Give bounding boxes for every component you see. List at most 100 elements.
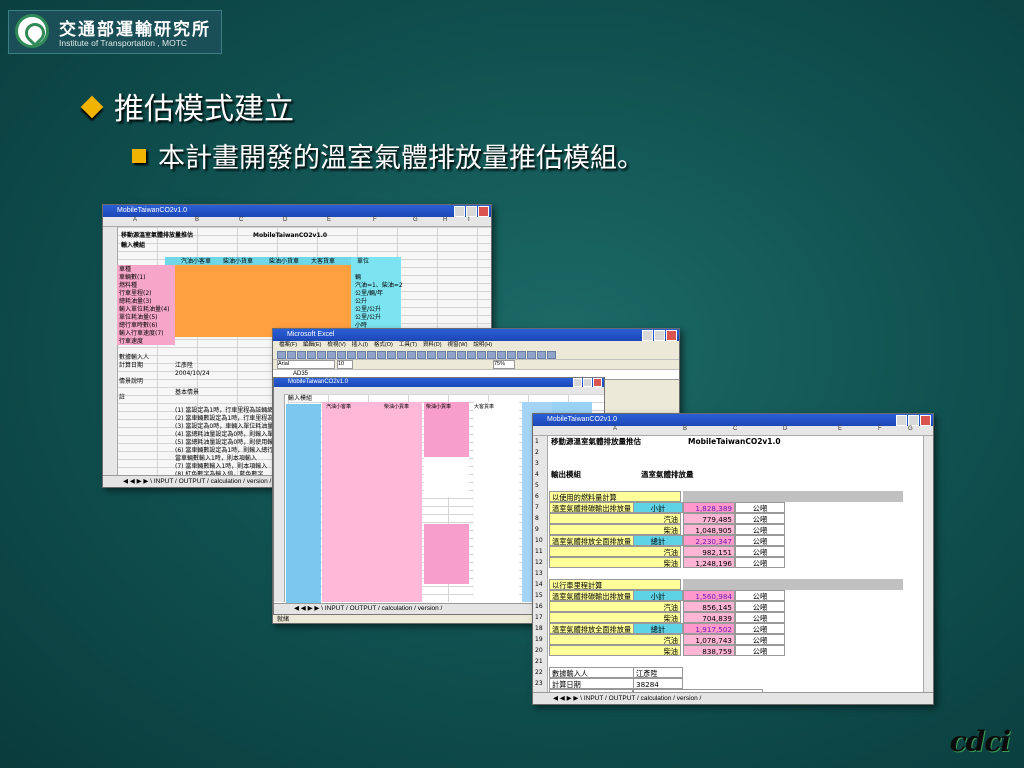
- toolbar-button-icon[interactable]: [357, 351, 366, 359]
- column-header[interactable]: E: [838, 426, 842, 432]
- close-button[interactable]: [920, 415, 931, 426]
- toolbar-button-icon[interactable]: [427, 351, 436, 359]
- menu-item[interactable]: 格式(O): [374, 342, 393, 348]
- note-line: (3) 當設定為0時，車輛入單位耗油量: [175, 423, 274, 430]
- menu-bar[interactable]: 檔案(F) 編輯(E) 檢視(V) 插入(I) 格式(O) 工具(T) 資料(D) 視窗(W)…: [273, 341, 679, 350]
- column-header[interactable]: D: [283, 217, 287, 223]
- close-button[interactable]: [666, 330, 677, 341]
- toolbar-button-icon[interactable]: [487, 351, 496, 359]
- window-title: MobileTaiwanCO2v1.0: [117, 207, 188, 214]
- column-header[interactable]: B: [683, 426, 687, 432]
- heading-text: 推估模式建立: [114, 92, 294, 127]
- row-label: 汽油: [549, 513, 681, 524]
- standard-toolbar[interactable]: [273, 350, 679, 360]
- column-header[interactable]: F: [373, 217, 377, 223]
- toolbar-button-icon[interactable]: [377, 351, 386, 359]
- maximize-button[interactable]: [466, 206, 477, 217]
- column-header[interactable]: H: [443, 217, 447, 223]
- menu-item[interactable]: 說明(H): [473, 342, 492, 348]
- toolbar-button-icon[interactable]: [507, 351, 516, 359]
- menu-item[interactable]: 資料(D): [423, 342, 442, 348]
- tab-list[interactable]: INPUT / OUTPUT / calculation / version /: [154, 478, 272, 485]
- vertical-scrollbar[interactable]: [923, 436, 933, 692]
- toolbar-button-icon[interactable]: [347, 351, 356, 359]
- inner-tab-list[interactable]: INPUT / OUTPUT / calculation / version /: [325, 605, 443, 612]
- menu-item[interactable]: 檢視(V): [327, 342, 345, 348]
- column-header[interactable]: C: [239, 217, 243, 223]
- maximize-button[interactable]: [908, 415, 919, 426]
- inner-close-button[interactable]: [593, 378, 602, 387]
- maximize-button[interactable]: [654, 330, 665, 341]
- row-label: 以使用的燃料量計算: [549, 491, 681, 502]
- font-size-select[interactable]: 10: [337, 360, 353, 369]
- menu-item[interactable]: 工具(T): [399, 342, 417, 348]
- input-person: 江彥陞: [175, 362, 194, 369]
- note-line: (7) 當車輛數輸入1時，則本項輸入: [175, 463, 268, 470]
- window-titlebar[interactable]: MobileTaiwanCO2v1.0: [533, 414, 933, 426]
- tab-list[interactable]: INPUT / OUTPUT / calculation / version /: [584, 695, 702, 702]
- row-number: 15: [535, 592, 543, 599]
- column-header[interactable]: F: [878, 426, 882, 432]
- table-row: 11 汽油 982,151 公噸: [533, 546, 924, 557]
- toolbar-button-icon[interactable]: [307, 351, 316, 359]
- column-header[interactable]: I: [468, 217, 470, 223]
- toolbar-button-icon[interactable]: [317, 351, 326, 359]
- toolbar-button-icon[interactable]: [447, 351, 456, 359]
- menu-item[interactable]: 插入(I): [352, 342, 368, 348]
- column-header[interactable]: G: [908, 426, 913, 432]
- menu-item[interactable]: 編輯(E): [303, 342, 321, 348]
- note-line: (6) 當車輛數設定為1時，則輸入總行: [175, 447, 274, 454]
- sheet-tabs[interactable]: ◀ ◀ ▶ ▶ \ INPUT / OUTPUT / calculation /…: [533, 692, 933, 704]
- inner-maximize-button[interactable]: [583, 378, 592, 387]
- input-date: 2004/10/24: [175, 370, 210, 377]
- toolbar-button-icon[interactable]: [457, 351, 466, 359]
- window-titlebar[interactable]: Microsoft Excel: [273, 329, 679, 341]
- inner-title: MobileTaiwanCO2v1.0: [288, 379, 349, 385]
- window-titlebar[interactable]: MobileTaiwanCO2v1.0: [103, 205, 491, 217]
- column-header[interactable]: E: [327, 217, 331, 223]
- column-header[interactable]: D: [783, 426, 787, 432]
- toolbar-button-icon[interactable]: [277, 351, 286, 359]
- minimize-button[interactable]: [454, 206, 465, 217]
- format-toolbar[interactable]: Arial 10 75%: [273, 360, 679, 370]
- toolbar-button-icon[interactable]: [547, 351, 556, 359]
- slide-subheading: 本計畫開發的溫室氣體排放量推估模組。: [132, 136, 644, 175]
- toolbar-button-icon[interactable]: [437, 351, 446, 359]
- toolbar-button-icon[interactable]: [537, 351, 546, 359]
- excel-window-output[interactable]: MobileTaiwanCO2v1.0 ABCDEFG 1 2 3 4 5 6 以使用的燃料…: [532, 413, 934, 705]
- toolbar-button-icon[interactable]: [527, 351, 536, 359]
- toolbar-button-icon[interactable]: [417, 351, 426, 359]
- toolbar-button-icon[interactable]: [287, 351, 296, 359]
- column-header[interactable]: G: [413, 217, 418, 223]
- sheet-grid[interactable]: 1 2 3 4 5 6 以使用的燃料量計算 7 溫室氣體排碳輸出排放量 小計 1,828,389 公噸…: [533, 436, 924, 704]
- toolbar-button-icon[interactable]: [497, 351, 506, 359]
- inner-minimize-button[interactable]: [573, 378, 582, 387]
- toolbar-button-icon[interactable]: [387, 351, 396, 359]
- unit-value: 公噸: [735, 601, 785, 612]
- inner-titlebar[interactable]: MobileTaiwanCO2v1.0: [274, 378, 604, 387]
- row-number: 14: [535, 581, 543, 588]
- column-header[interactable]: C: [733, 426, 737, 432]
- font-select[interactable]: Arial: [277, 360, 335, 369]
- toolbar-button-icon[interactable]: [367, 351, 376, 359]
- column-header[interactable]: B: [195, 217, 199, 223]
- zoom-select[interactable]: 75%: [493, 360, 515, 369]
- column-header[interactable]: A: [613, 426, 617, 432]
- minimize-button[interactable]: [896, 415, 907, 426]
- column-header[interactable]: A: [133, 217, 137, 223]
- toolbar-button-icon[interactable]: [477, 351, 486, 359]
- toolbar-button-icon[interactable]: [467, 351, 476, 359]
- toolbar-button-icon[interactable]: [407, 351, 416, 359]
- org-name-en: Institute of Transportation , MOTC: [59, 38, 188, 48]
- emission-value: 1,248,196: [683, 557, 735, 568]
- toolbar-button-icon[interactable]: [297, 351, 306, 359]
- menu-item[interactable]: 檔案(F): [279, 342, 297, 348]
- menu-item[interactable]: 視窗(W): [448, 342, 468, 348]
- minimize-button[interactable]: [642, 330, 653, 341]
- close-button[interactable]: [478, 206, 489, 217]
- toolbar-button-icon[interactable]: [327, 351, 336, 359]
- toolbar-button-icon[interactable]: [517, 351, 526, 359]
- row-number: 9: [535, 526, 539, 533]
- toolbar-button-icon[interactable]: [397, 351, 406, 359]
- toolbar-button-icon[interactable]: [337, 351, 346, 359]
